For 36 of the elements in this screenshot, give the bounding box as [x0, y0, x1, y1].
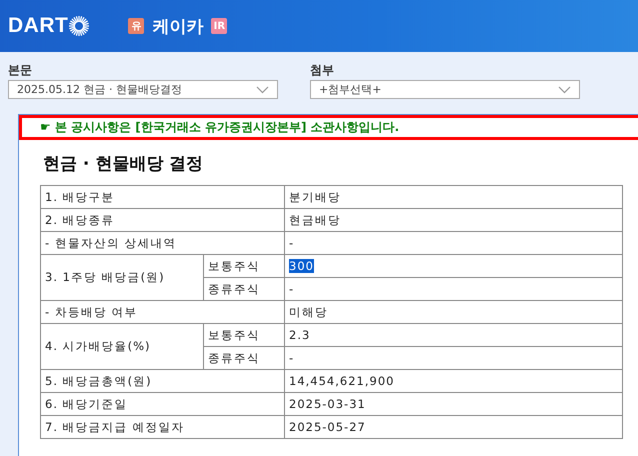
sub-label: 보통주식: [204, 254, 284, 278]
row-label: 6. 배당기준일: [40, 392, 284, 416]
cell-value: 분기배당: [289, 190, 341, 204]
row-label: 4. 시가배당율(%): [40, 324, 204, 370]
company-name: 케이카: [152, 16, 204, 38]
row-label: 2. 배당종류: [40, 208, 284, 232]
cell-value: -: [289, 282, 294, 296]
chevron-down-icon: [256, 86, 269, 94]
row-label: 3. 1주당 배당금(원): [40, 254, 204, 300]
cell-value: -: [289, 236, 294, 250]
sunburst-icon: [68, 15, 90, 37]
sub-label: 종류주식: [204, 278, 284, 300]
cell-value: -: [289, 351, 294, 365]
dropdown[interactable]: 2025.05.12 현금 · 현물배당결정: [8, 80, 278, 99]
cell-value: 2025-03-31: [289, 397, 366, 411]
cell-value: 2.3: [289, 328, 310, 342]
row-label: 7. 배당금지급 예정일자: [40, 416, 284, 438]
notice-banner: ☛ 본 공시사항은 [한국거래소 유가증권시장본부] 소관사항입니다.: [19, 115, 638, 140]
row-label: - 차등배당 여부: [40, 300, 284, 324]
cell-value: 미해당: [289, 304, 328, 318]
cell-value: 현금배당: [289, 212, 341, 226]
cell-value: 14,454,621,900: [289, 374, 394, 388]
cell-value: 300: [289, 259, 314, 273]
sub-label: 종류주식: [204, 346, 284, 370]
document-title: 현금 · 현물배당 결정: [43, 153, 204, 175]
sub-label: 보통주식: [204, 324, 284, 346]
cell-value: 2025-05-27: [289, 420, 366, 434]
row-label: 5. 배당금총액(원): [40, 370, 284, 392]
logo-text[interactable]: DART: [8, 14, 68, 38]
row-label: - 현물자산의 상세내역: [40, 232, 284, 254]
row-label: 1. 배당구분: [40, 186, 284, 208]
select-label: 첨부: [310, 62, 335, 79]
chevron-down-icon: [558, 86, 571, 94]
select-label: 본문: [8, 62, 33, 79]
dropdown[interactable]: +첨부선택+: [310, 80, 580, 99]
market-badge: 유: [128, 18, 144, 34]
